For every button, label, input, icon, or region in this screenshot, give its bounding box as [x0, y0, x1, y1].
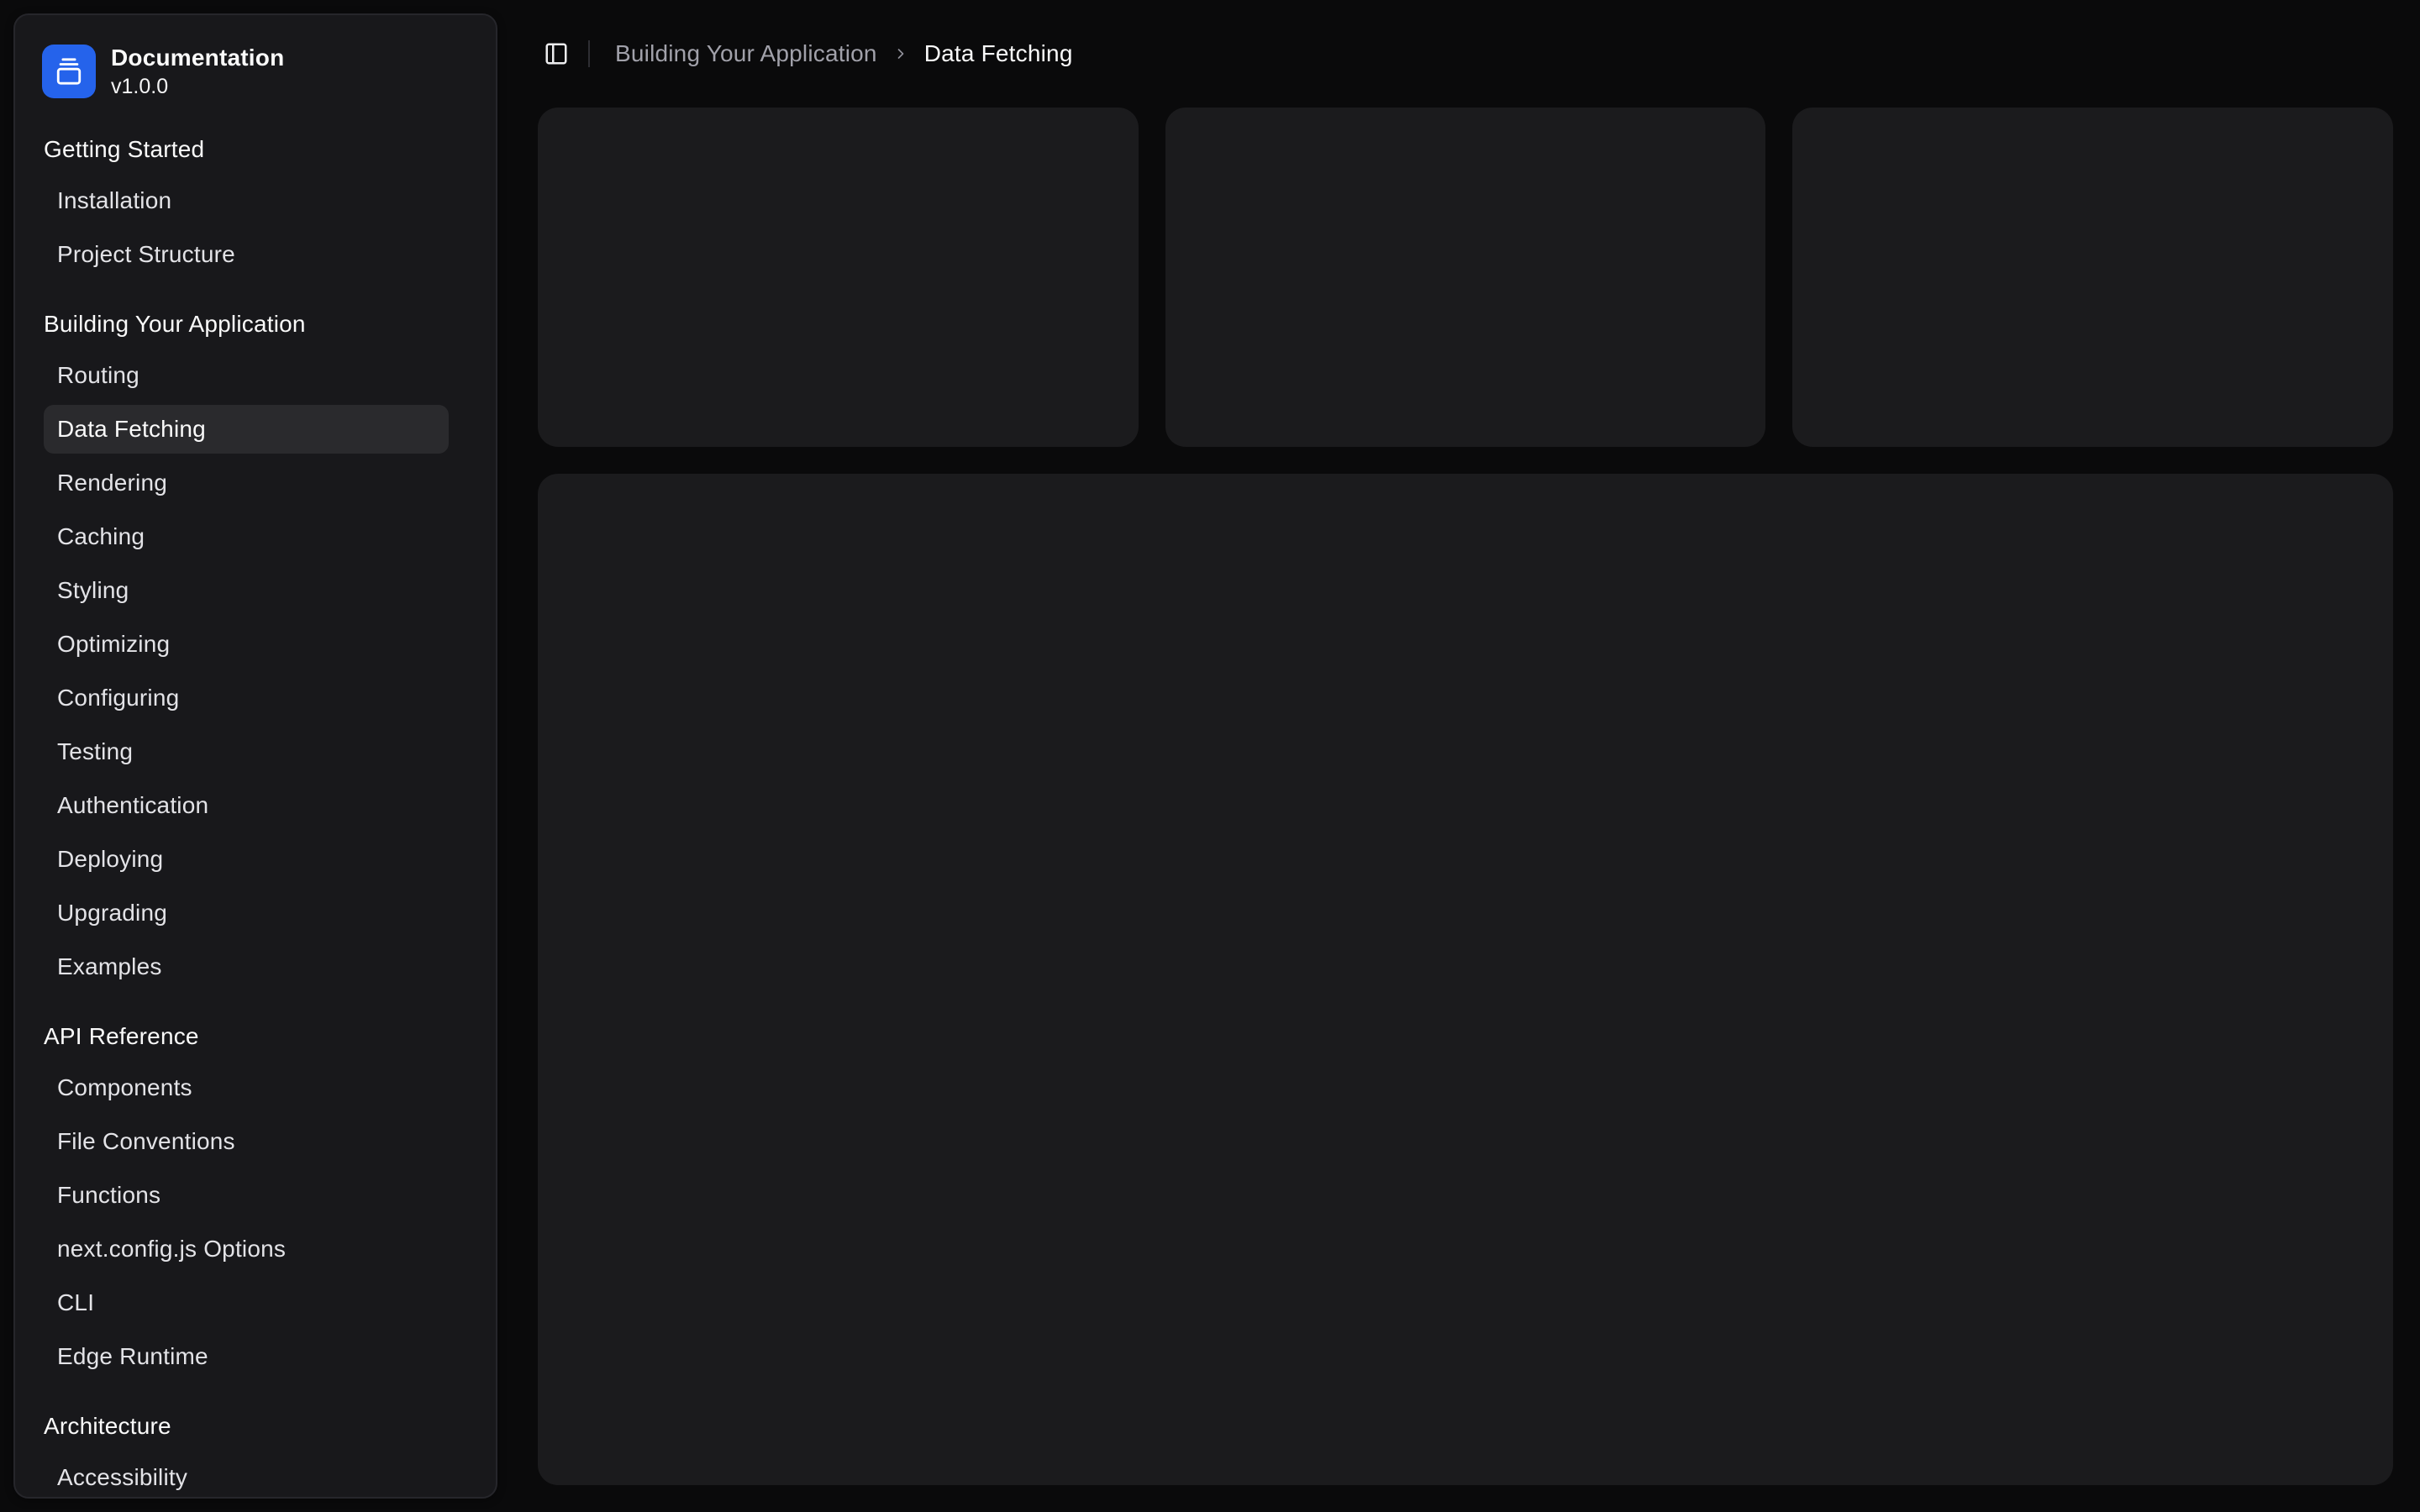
sidebar-nav: Getting Started Installation Project Str…: [15, 114, 496, 1497]
sidebar-item-testing[interactable]: Testing: [44, 727, 449, 776]
nav-group-getting-started: Getting Started Installation Project Str…: [15, 123, 496, 297]
sidebar-item-configuring[interactable]: Configuring: [44, 674, 449, 722]
sidebar-item-examples[interactable]: Examples: [44, 942, 449, 991]
sidebar-item-cli[interactable]: CLI: [44, 1278, 449, 1327]
sidebar-org-text: Documentation v1.0.0: [111, 44, 284, 99]
sidebar-item-deploying[interactable]: Deploying: [44, 835, 449, 884]
sidebar-item-optimizing[interactable]: Optimizing: [44, 620, 449, 669]
main-content: Building Your Application Data Fetching: [511, 0, 2420, 1512]
sidebar-item-project-structure[interactable]: Project Structure: [44, 230, 449, 279]
sidebar-toggle-button[interactable]: [533, 30, 580, 77]
placeholder-card-row: [511, 108, 2420, 447]
nav-menu: Installation Project Structure: [44, 176, 449, 279]
separator: [588, 40, 590, 67]
sidebar-item-upgrading[interactable]: Upgrading: [44, 889, 449, 937]
nav-menu: Routing Data Fetching Rendering Caching …: [44, 351, 449, 991]
breadcrumb-link-building-your-application[interactable]: Building Your Application: [615, 40, 877, 67]
nav-group-label: API Reference: [44, 1023, 199, 1049]
sidebar-item-data-fetching[interactable]: Data Fetching: [44, 405, 449, 454]
nav-group-label: Building Your Application: [44, 311, 306, 337]
sidebar-item-edge-runtime[interactable]: Edge Runtime: [44, 1332, 449, 1381]
sidebar: Documentation v1.0.0 Getting Started Ins…: [13, 13, 497, 1499]
placeholder-card: [1792, 108, 2394, 447]
sidebar-item-installation[interactable]: Installation: [44, 176, 449, 225]
sidebar-item-caching[interactable]: Caching: [44, 512, 449, 561]
sidebar-org-button[interactable]: Documentation v1.0.0: [29, 29, 482, 114]
sidebar-item-next-config-js-options[interactable]: next.config.js Options: [44, 1225, 449, 1273]
sidebar-item-components[interactable]: Components: [44, 1063, 449, 1112]
nav-group-api-reference: API Reference Components File Convention…: [15, 1010, 496, 1399]
sidebar-item-functions[interactable]: Functions: [44, 1171, 449, 1220]
sidebar-item-authentication[interactable]: Authentication: [44, 781, 449, 830]
panel-left-icon: [544, 41, 569, 66]
sidebar-header: Documentation v1.0.0: [15, 15, 496, 114]
content-placeholder: [538, 474, 2393, 1485]
topbar: Building Your Application Data Fetching: [511, 0, 2420, 108]
placeholder-card: [1165, 108, 1766, 447]
nav-group-label: Getting Started: [44, 136, 205, 162]
nav-menu: Accessibility: [44, 1453, 449, 1497]
sidebar-item-accessibility[interactable]: Accessibility: [44, 1453, 449, 1497]
breadcrumb: Building Your Application Data Fetching: [615, 40, 1073, 67]
nav-menu: Components File Conventions Functions ne…: [44, 1063, 449, 1381]
sidebar-version: v1.0.0: [111, 75, 169, 98]
chevron-right-icon: [892, 45, 909, 62]
app-root: Documentation v1.0.0 Getting Started Ins…: [0, 0, 2420, 1512]
nav-group-label: Architecture: [44, 1413, 171, 1439]
placeholder-card: [538, 108, 1139, 447]
sidebar-item-styling[interactable]: Styling: [44, 566, 449, 615]
gallery-vertical-end-icon: [42, 45, 96, 98]
sidebar-item-file-conventions[interactable]: File Conventions: [44, 1117, 449, 1166]
nav-group-architecture: Architecture Accessibility: [15, 1399, 496, 1497]
sidebar-item-routing[interactable]: Routing: [44, 351, 449, 400]
breadcrumb-current: Data Fetching: [923, 40, 1073, 66]
sidebar-title: Documentation: [111, 45, 285, 71]
nav-group-building-your-application: Building Your Application Routing Data F…: [15, 297, 496, 1010]
sidebar-item-rendering[interactable]: Rendering: [44, 459, 449, 507]
